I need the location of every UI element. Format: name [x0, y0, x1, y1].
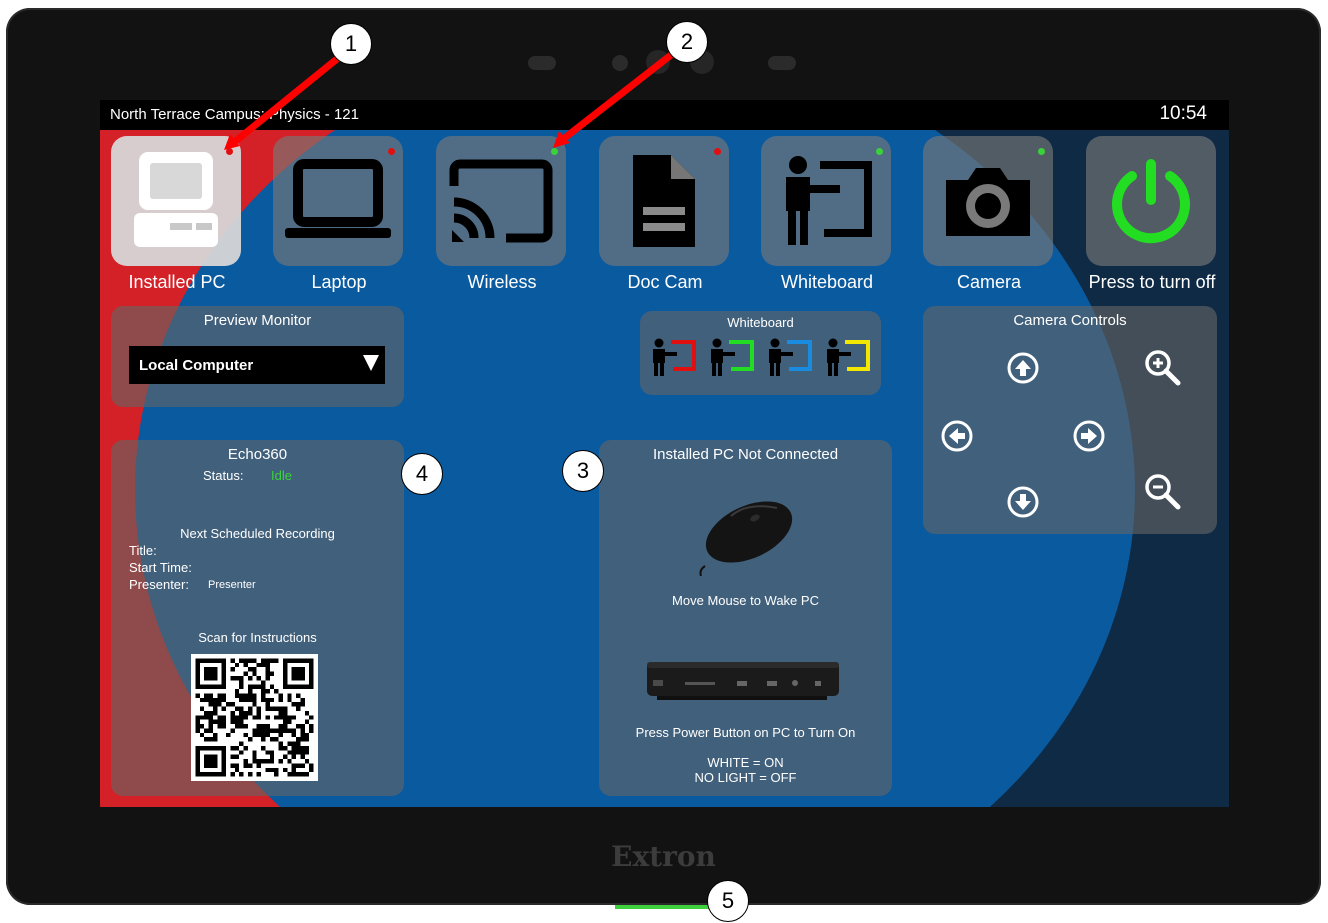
source-label: Press to turn off [1088, 272, 1216, 292]
chevron-down-icon [363, 355, 379, 371]
source-tile [923, 136, 1053, 266]
whiteboard-color-button[interactable] [708, 337, 756, 377]
source-indicator [876, 148, 883, 155]
recording-start-label: Start Time: [129, 560, 192, 575]
whiteboard-color-button[interactable] [650, 337, 698, 377]
callout-5: 5 [707, 880, 749, 922]
preview-monitor-title: Preview Monitor [203, 312, 312, 329]
source-doc-cam-button[interactable]: Doc Cam [599, 136, 731, 292]
echo360-panel: Echo360 Status: Idle Next Scheduled Reco… [111, 440, 404, 796]
preview-selected-value: Local Computer [139, 357, 254, 374]
sensor-left [528, 56, 556, 70]
source-label: Laptop [311, 272, 367, 292]
pc-status-panel: Installed PC Not Connected Move Mouse to… [599, 440, 892, 796]
recording-presenter-value: Presenter [208, 579, 256, 591]
zoom-out-icon[interactable] [1143, 472, 1181, 510]
whiteboard-color-button[interactable] [824, 337, 872, 377]
power-on-instruction: Press Power Button on PC to Turn On [635, 725, 856, 740]
echo360-title: Echo360 [227, 446, 288, 463]
pc-status-title: Installed PC Not Connected [652, 446, 839, 463]
source-tile [111, 136, 241, 266]
whiteboard-title: Whiteboard [727, 315, 794, 330]
callout-4: 4 [401, 453, 443, 495]
mouse-image [699, 501, 793, 576]
brand-logo: Extron [611, 840, 716, 873]
source-wireless-button[interactable]: Wireless [436, 136, 568, 292]
status-bar: North Terrace Campus: Physics - 121 10:5… [100, 100, 1229, 130]
source-tile [273, 136, 403, 266]
next-recording-heading: Next Scheduled Recording [180, 526, 335, 541]
source-indicator [1038, 148, 1045, 155]
source-tile [1086, 136, 1216, 266]
callout-3: 3 [562, 450, 604, 492]
source-whiteboard-button[interactable]: Whiteboard [761, 136, 893, 292]
qr-code [191, 654, 318, 781]
source-label: Doc Cam [627, 272, 703, 292]
no-light-off-legend: NO LIGHT = OFF [694, 770, 797, 785]
touch-screen: North Terrace Campus: Physics - 121 10:5… [100, 100, 1229, 807]
echo-status-value: Idle [271, 468, 292, 483]
white-on-legend: WHITE = ON [707, 755, 784, 770]
sensor-dot [612, 55, 628, 71]
zoom-in-icon[interactable] [1143, 348, 1181, 386]
source-tile [436, 136, 566, 266]
recording-title-label: Title: [129, 543, 157, 558]
laptop-icon [285, 159, 391, 238]
preview-monitor-select[interactable]: Local Computer [129, 346, 385, 384]
desktop-pc-image [647, 662, 839, 700]
source-indicator [226, 148, 233, 155]
source-label: Camera [956, 272, 1022, 292]
camera-controls-title: Camera Controls [1013, 312, 1127, 329]
power-icon [1112, 159, 1190, 244]
source-tile [599, 136, 729, 266]
echo-status-label: Status: [203, 468, 244, 483]
arrow-down-icon[interactable] [1007, 486, 1039, 518]
preview-monitor-panel: Preview Monitor Local Computer [111, 306, 404, 407]
room-location: North Terrace Campus: Physics - 121 [110, 106, 359, 123]
source-installed-pc-button[interactable]: Installed PC [111, 136, 243, 292]
callout-1: 1 [330, 23, 372, 65]
document-icon [633, 155, 695, 247]
arrow-right-icon[interactable] [1073, 420, 1105, 452]
source-label: Installed PC [128, 272, 226, 292]
power-led [615, 905, 710, 909]
source-tile [761, 136, 891, 266]
arrow-left-icon[interactable] [941, 420, 973, 452]
wake-pc-instruction: Move Mouse to Wake PC [672, 593, 819, 608]
clock: 10:54 [1159, 103, 1207, 124]
source-indicator [551, 148, 558, 155]
source-camera-button[interactable]: Camera [923, 136, 1055, 292]
source-indicator [714, 148, 721, 155]
whiteboard-color-button[interactable] [766, 337, 814, 377]
source-label: Whiteboard [780, 272, 874, 292]
callout-2: 2 [666, 21, 708, 63]
source-laptop-button[interactable]: Laptop [273, 136, 405, 292]
desktop-pc-icon [134, 152, 218, 247]
cast-icon [449, 159, 553, 243]
source-label: Wireless [467, 272, 537, 292]
camera-icon [946, 168, 1030, 236]
camera-lens [646, 50, 670, 74]
sensor-right [768, 56, 796, 70]
presenter-board-icon [786, 156, 872, 245]
source-indicator [388, 148, 395, 155]
arrow-up-icon[interactable] [1007, 352, 1039, 384]
whiteboard-panel: Whiteboard [640, 311, 881, 395]
recording-presenter-label: Presenter: [129, 577, 189, 592]
power-off-button[interactable]: Press to turn off [1086, 136, 1218, 292]
camera-controls-panel: Camera Controls [923, 306, 1217, 534]
scan-instructions-label: Scan for Instructions [198, 630, 317, 645]
